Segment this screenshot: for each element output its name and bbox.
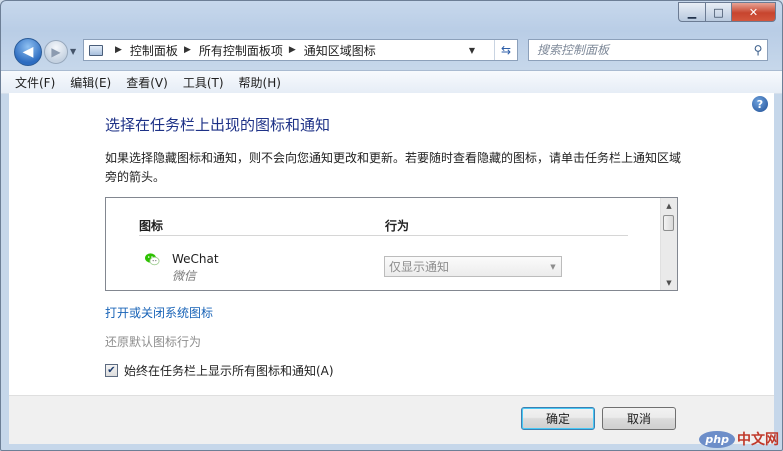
scroll-down-button[interactable]: ▼ — [661, 275, 677, 290]
vertical-scrollbar[interactable]: ▲ ▼ — [660, 198, 677, 290]
menu-tools[interactable]: 工具(T) — [175, 74, 231, 91]
menu-bar: 文件(F) 编辑(E) 查看(V) 工具(T) 帮助(H) — [1, 70, 782, 94]
behavior-value: 仅显示通知 — [389, 260, 450, 274]
column-header-icon: 图标 — [139, 219, 164, 233]
ok-button[interactable]: 确定 — [521, 407, 595, 430]
watermark: php 中文网 — [699, 429, 779, 449]
search-box: ⚲ — [528, 39, 768, 61]
always-show-option[interactable]: ✔ 始终在任务栏上显示所有图标和通知(A) — [105, 362, 334, 379]
address-bar[interactable]: ▶ 控制面板 ▶ 所有控制面板项 ▶ 通知区域图标 ▼ ⇆ — [83, 39, 518, 61]
cancel-button[interactable]: 取消 — [602, 407, 676, 430]
chevron-right-icon[interactable]: ▶ — [289, 45, 296, 55]
chevron-right-icon[interactable]: ▶ — [115, 45, 122, 55]
navigation-bar: ◀ ▶ ▼ ▶ 控制面板 ▶ 所有控制面板项 ▶ 通知区域图标 ▼ ⇆ ⚲ — [1, 33, 782, 69]
menu-view[interactable]: 查看(V) — [118, 74, 175, 91]
breadcrumb-all-items[interactable]: 所有控制面板项 — [199, 42, 283, 59]
menu-help[interactable]: 帮助(H) — [231, 74, 288, 91]
column-header-behavior: 行为 — [385, 219, 410, 233]
minimize-button[interactable]: ▁ — [678, 2, 706, 22]
breadcrumb-notification-icons[interactable]: 通知区域图标 — [304, 42, 376, 59]
menu-edit[interactable]: 编辑(E) — [62, 74, 118, 91]
watermark-logo: php — [699, 430, 735, 448]
maximize-button[interactable]: □ — [706, 2, 732, 22]
recent-pages-dropdown[interactable]: ▼ — [70, 47, 76, 56]
header-divider — [139, 235, 628, 236]
scroll-up-button[interactable]: ▲ — [661, 198, 677, 213]
arrow-right-icon: ▶ — [51, 45, 61, 59]
refresh-button[interactable]: ⇆ — [494, 40, 517, 60]
back-button[interactable]: ◀ — [14, 38, 42, 66]
chevron-down-icon: ▼ — [550, 262, 556, 271]
scroll-thumb[interactable] — [663, 215, 674, 231]
dialog-footer: 确定 取消 — [9, 395, 774, 444]
app-subtitle: 微信 — [172, 269, 197, 283]
forward-button[interactable]: ▶ — [44, 40, 68, 64]
chevron-right-icon[interactable]: ▶ — [184, 45, 191, 55]
behavior-dropdown[interactable]: 仅显示通知 ▼ — [384, 256, 562, 277]
arrow-left-icon: ◀ — [22, 44, 34, 60]
window: ▁ □ ✕ ◀ ▶ ▼ ▶ 控制面板 ▶ 所有控制面板项 ▶ 通知区域图标 ▼ … — [0, 0, 783, 451]
watermark-text: 中文网 — [737, 432, 779, 448]
content-pane: ? 选择在任务栏上出现的图标和通知 如果选择隐藏图标和通知，则不会向您通知更改和… — [9, 93, 774, 395]
close-button[interactable]: ✕ — [732, 2, 776, 22]
search-input[interactable] — [529, 42, 749, 58]
system-icons-link[interactable]: 打开或关闭系统图标 — [105, 304, 213, 321]
description-text: 如果选择隐藏图标和通知，则不会向您通知更改和更新。若要随时查看隐藏的图标，请单击… — [105, 151, 682, 184]
page-title: 选择在任务栏上出现的图标和通知 — [105, 116, 331, 134]
menu-file[interactable]: 文件(F) — [1, 74, 62, 91]
always-show-checkbox[interactable]: ✔ — [105, 364, 118, 377]
notification-icons-list[interactable]: 图标 行为 WeChat 微信 仅显示通知 ▼ ▲ ▼ — [105, 197, 678, 291]
help-icon[interactable]: ? — [752, 96, 768, 112]
address-dropdown[interactable]: ▼ — [464, 46, 480, 55]
caption-buttons: ▁ □ ✕ — [678, 2, 776, 22]
search-icon[interactable]: ⚲ — [749, 43, 767, 57]
refresh-icon: ⇆ — [500, 43, 512, 57]
restore-defaults-link: 还原默认图标行为 — [105, 335, 202, 349]
always-show-label[interactable]: 始终在任务栏上显示所有图标和通知(A) — [124, 362, 334, 379]
wechat-icon — [145, 253, 160, 266]
control-panel-icon — [89, 44, 103, 56]
app-name: WeChat — [172, 252, 219, 266]
breadcrumb-control-panel[interactable]: 控制面板 — [130, 42, 178, 59]
